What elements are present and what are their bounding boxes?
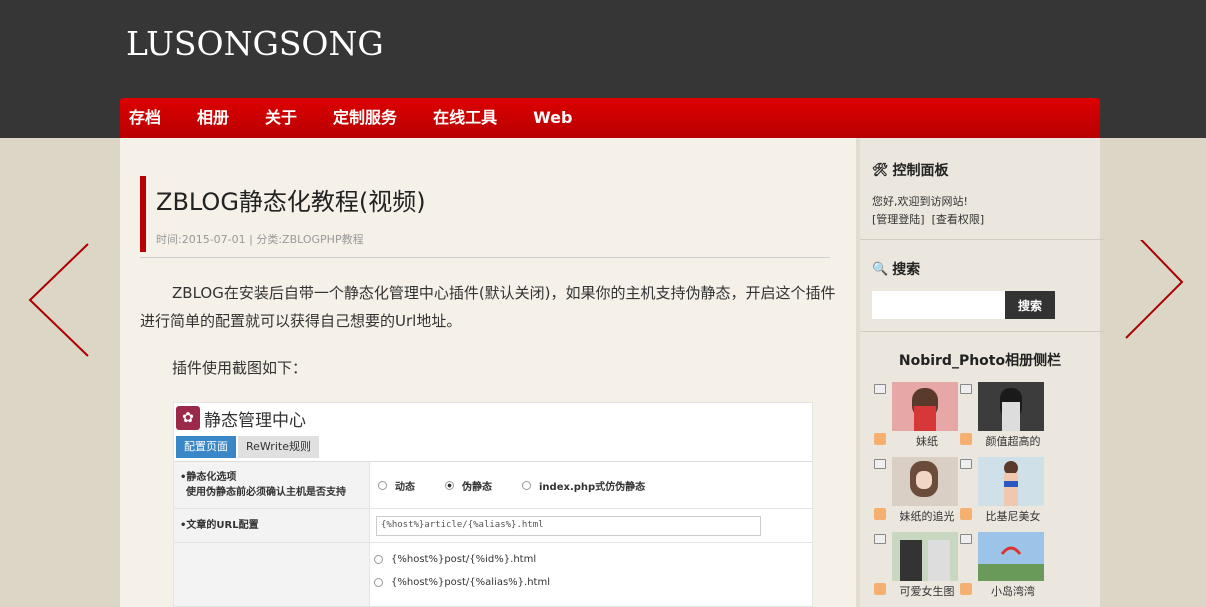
prev-arrow-icon[interactable] bbox=[24, 240, 94, 360]
photo-item[interactable]: 妹纸 bbox=[874, 382, 960, 455]
photo-thumbnail[interactable] bbox=[978, 382, 1044, 431]
photo-caption[interactable]: 颜值超高的 bbox=[978, 433, 1048, 449]
broken-image-icon bbox=[960, 433, 972, 445]
screenshot-tabs: 配置页面 ReWrite规则 bbox=[174, 436, 812, 462]
nav-archive[interactable]: 存档 bbox=[120, 98, 170, 138]
search-button[interactable]: 搜索 bbox=[1005, 291, 1055, 319]
photo-caption[interactable]: 可爱女生图 bbox=[892, 583, 962, 599]
post-time: 时间:2015-07-01 bbox=[156, 233, 246, 246]
photo-thumbnail[interactable] bbox=[892, 382, 958, 431]
control-panel-title: 🛠 控制面板 bbox=[872, 160, 1112, 180]
radio-pseudo-static-icon bbox=[445, 480, 454, 490]
photo-caption[interactable]: 妹纸的追光 bbox=[892, 508, 962, 524]
search-title: 🔍 搜索 bbox=[872, 259, 1112, 279]
nav-album[interactable]: 相册 bbox=[188, 98, 238, 138]
photo-widget: Nobird_Photo相册侧栏 bbox=[860, 350, 1100, 370]
static-option-hint: 使用伪静态前必须确认主机是否支持 bbox=[186, 487, 346, 498]
folder-icon bbox=[960, 384, 972, 394]
photo-thumbnail[interactable] bbox=[978, 457, 1044, 506]
static-option-title: •静态化选项 bbox=[180, 472, 237, 483]
folder-icon bbox=[960, 459, 972, 469]
title-divider bbox=[140, 257, 830, 258]
tab-config: 配置页面 bbox=[176, 436, 236, 458]
post-category[interactable]: 分类:ZBLOGPHP教程 bbox=[256, 233, 363, 246]
broken-image-icon bbox=[960, 508, 972, 520]
nav-custom-service[interactable]: 定制服务 bbox=[324, 98, 406, 138]
photo-item[interactable]: 颜值超高的 bbox=[960, 382, 1046, 455]
search-label: 搜索 bbox=[892, 262, 921, 278]
post-paragraph-1: ZBLOG在安装后自带一个静态化管理中心插件(默认关闭)，如果你的主机支持伪静态… bbox=[140, 284, 836, 330]
photo-item[interactable]: 妹纸的追光 bbox=[874, 457, 960, 530]
control-links: [管理登陆] [查看权限] bbox=[872, 212, 1112, 228]
photo-item[interactable]: 比基尼美女 bbox=[960, 457, 1046, 530]
next-arrow-icon[interactable] bbox=[1120, 240, 1190, 360]
search-widget: 🔍 搜索 搜索 bbox=[872, 259, 1112, 319]
screenshot-title: 静态管理中心 bbox=[204, 410, 306, 431]
url-config-values: {%host%}article/{%alias%}.html bbox=[370, 509, 812, 542]
option-dynamic: 动态 bbox=[395, 481, 415, 493]
welcome-text: 您好,欢迎到访网站! bbox=[872, 195, 968, 208]
photo-item[interactable]: 可爱女生图 bbox=[874, 532, 960, 605]
control-panel-label: 控制面板 bbox=[892, 163, 949, 179]
search-form: 搜索 bbox=[872, 291, 1112, 319]
site-logo[interactable]: LUSONGSONG bbox=[126, 24, 384, 63]
template-option-2: {%host%}post/{%alias%}.html bbox=[374, 577, 808, 588]
photo-thumbnail[interactable] bbox=[978, 532, 1044, 581]
nav-web[interactable]: Web bbox=[524, 98, 581, 138]
static-option-values: 动态 伪静态 index.php式仿伪静态 bbox=[370, 462, 812, 508]
site-header: LUSONGSONG 存档 相册 关于 定制服务 在线工具 Web bbox=[0, 0, 1206, 138]
post-paragraph-2: 插件使用截图如下： bbox=[172, 359, 308, 377]
screenshot-header: ✿ 静态管理中心 bbox=[174, 403, 812, 433]
url-config-label: •文章的URL配置 bbox=[174, 509, 370, 542]
photo-thumbnail[interactable] bbox=[892, 532, 958, 581]
flower-icon: ✿ bbox=[176, 406, 200, 430]
static-option-label: •静态化选项 使用伪静态前必须确认主机是否支持 bbox=[174, 462, 370, 508]
view-permission-link[interactable]: [查看权限] bbox=[932, 213, 985, 226]
url-config-row: •文章的URL配置 {%host%}article/{%alias%}.html bbox=[174, 509, 812, 543]
broken-image-icon bbox=[960, 583, 972, 595]
folder-icon bbox=[874, 534, 886, 544]
folder-icon bbox=[874, 459, 886, 469]
tab-rewrite: ReWrite规则 bbox=[238, 436, 319, 458]
url-config-field: {%host%}article/{%alias%}.html bbox=[376, 515, 761, 536]
photo-caption[interactable]: 比基尼美女 bbox=[978, 508, 1048, 524]
post-header: ZBLOG静态化教程(视频) 时间:2015-07-01 | 分类:ZBLOGP… bbox=[140, 176, 426, 252]
post-title[interactable]: ZBLOG静态化教程(视频) bbox=[156, 182, 426, 217]
sidebar-divider bbox=[860, 239, 1104, 240]
main-nav: 存档 相册 关于 定制服务 在线工具 Web bbox=[120, 98, 1100, 138]
nav-online-tools[interactable]: 在线工具 bbox=[424, 98, 506, 138]
photo-caption[interactable]: 妹纸 bbox=[892, 433, 962, 449]
sidebar: 🛠 控制面板 您好,欢迎到访网站! [管理登陆] [查看权限] 🔍 搜索 搜索 … bbox=[856, 138, 1104, 607]
option-pseudo-static: 伪静态 bbox=[462, 481, 492, 493]
url-template-row: {%host%}post/{%id%}.html {%host%}post/{%… bbox=[174, 543, 812, 606]
template-option-1: {%host%}post/{%id%}.html bbox=[374, 554, 808, 565]
nav-about[interactable]: 关于 bbox=[256, 98, 306, 138]
photo-item[interactable]: 小岛湾湾 bbox=[960, 532, 1046, 605]
option-index-php: index.php式仿伪静态 bbox=[539, 481, 646, 493]
tools-icon: 🛠 bbox=[872, 162, 889, 178]
search-icon: 🔍 bbox=[872, 261, 889, 277]
photo-caption[interactable]: 小岛湾湾 bbox=[978, 583, 1048, 599]
meta-separator: | bbox=[245, 233, 257, 246]
radio-dynamic-icon bbox=[378, 480, 387, 490]
photo-grid: 妹纸 颜值超高的 妹纸的追光 比基尼美女 可爱女生图 小岛湾湾 bbox=[874, 382, 1064, 605]
url-template-label bbox=[174, 543, 370, 606]
static-option-row: •静态化选项 使用伪静态前必须确认主机是否支持 动态 伪静态 index.php… bbox=[174, 462, 812, 509]
broken-image-icon bbox=[874, 583, 886, 595]
control-panel-widget: 🛠 控制面板 您好,欢迎到访网站! [管理登陆] [查看权限] bbox=[872, 160, 1112, 228]
post-meta: 时间:2015-07-01 | 分类:ZBLOGPHP教程 bbox=[156, 231, 426, 247]
broken-image-icon bbox=[874, 433, 886, 445]
search-input[interactable] bbox=[872, 291, 1005, 319]
admin-login-link[interactable]: [管理登陆] bbox=[872, 213, 925, 226]
photo-widget-title: Nobird_Photo相册侧栏 bbox=[898, 353, 1062, 369]
url-template-values: {%host%}post/{%id%}.html {%host%}post/{%… bbox=[370, 543, 812, 606]
folder-icon bbox=[874, 384, 886, 394]
post-content: ZBLOG静态化教程(视频) 时间:2015-07-01 | 分类:ZBLOGP… bbox=[120, 138, 856, 607]
broken-image-icon bbox=[874, 508, 886, 520]
sidebar-divider bbox=[860, 331, 1104, 332]
plugin-screenshot: ✿ 静态管理中心 配置页面 ReWrite规则 •静态化选项 使用伪静态前必须确… bbox=[173, 402, 813, 607]
photo-thumbnail[interactable] bbox=[892, 457, 958, 506]
folder-icon bbox=[960, 534, 972, 544]
radio-index-php-icon bbox=[522, 480, 531, 490]
